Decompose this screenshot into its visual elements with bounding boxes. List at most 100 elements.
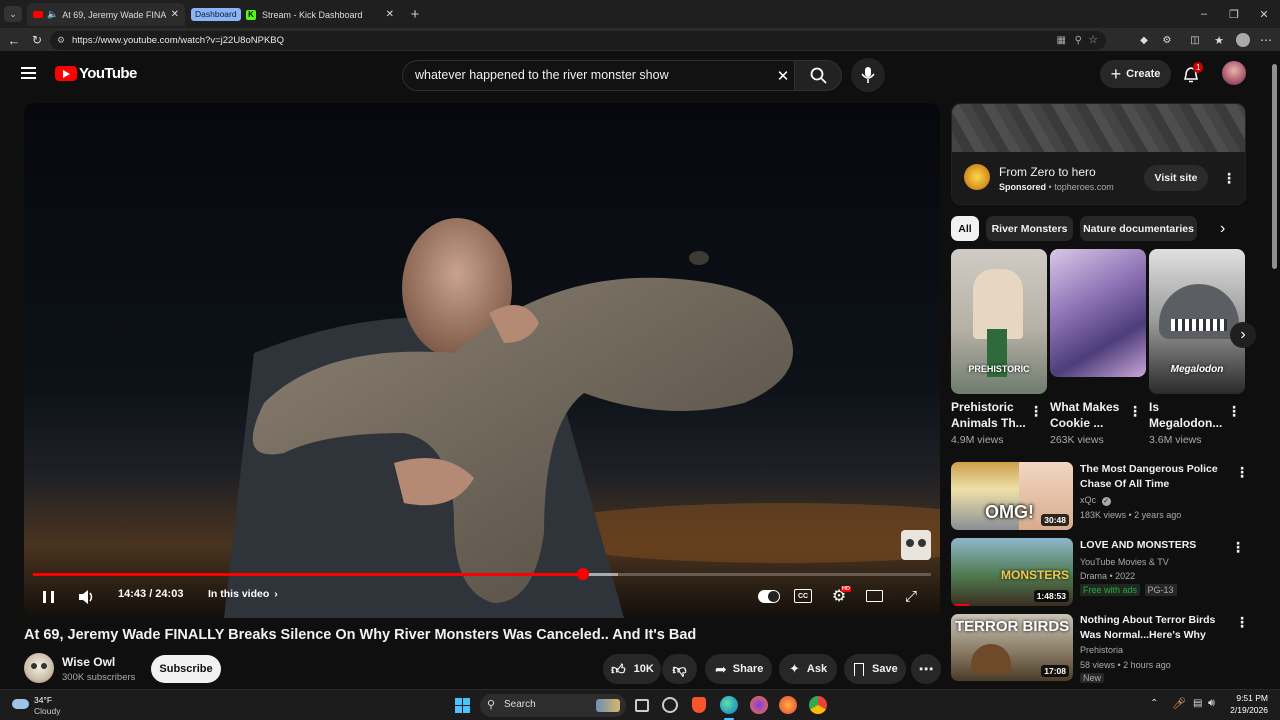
video-more-icon[interactable]: ⋮ — [1235, 615, 1249, 629]
app-available-icon[interactable]: ▦ — [1057, 31, 1066, 50]
theater-mode-button[interactable] — [866, 590, 883, 602]
browser-menu-icon[interactable]: ⋯ — [1259, 32, 1273, 48]
tray-overflow-icon[interactable]: ⌃ — [1150, 698, 1158, 709]
channel-avatar[interactable] — [24, 653, 54, 683]
video-more-icon[interactable]: ⋮ — [1231, 540, 1245, 554]
brave-browser-icon[interactable] — [692, 697, 706, 713]
edge-browser-icon[interactable] — [720, 696, 738, 714]
profile-avatar[interactable] — [1236, 33, 1250, 47]
search-button[interactable] — [794, 60, 842, 91]
chip-river-monsters[interactable]: River Monsters — [986, 216, 1073, 241]
chips-next-icon[interactable]: › — [1220, 220, 1225, 238]
mute-button[interactable] — [76, 587, 98, 607]
share-button[interactable]: ➦ Share — [705, 654, 772, 684]
ask-button[interactable]: ✦ Ask — [779, 654, 837, 684]
progress-bar[interactable] — [33, 568, 931, 580]
minimize-icon[interactable]: – — [1190, 4, 1218, 24]
favorites-icon[interactable]: ★ — [1212, 32, 1226, 48]
video-channel[interactable]: xQc ✓ — [1080, 495, 1111, 506]
speaker-icon[interactable]: 🔈 — [47, 9, 58, 20]
clear-search-icon[interactable]: ✕ — [774, 68, 792, 85]
short-more-icon[interactable]: ⋮ — [1128, 404, 1142, 418]
visit-site-button[interactable]: Visit site — [1144, 165, 1208, 191]
taskbar-search[interactable]: ⚲ Search — [480, 694, 626, 717]
zoom-icon[interactable]: ⚲ — [1075, 31, 1082, 50]
extension-diamond-icon[interactable]: ◆ — [1137, 32, 1151, 48]
close-tab-icon[interactable]: ✕ — [171, 9, 179, 20]
short-more-icon[interactable]: ⋮ — [1227, 404, 1241, 418]
like-button[interactable]: 👍︎ 10K — [603, 654, 661, 684]
short-thumbnail[interactable]: PREHISTORIC — [951, 249, 1047, 394]
video-channel[interactable]: YouTube Movies & TV — [1080, 557, 1169, 567]
new-tab-button[interactable]: + — [406, 5, 424, 23]
dislike-button[interactable]: 👎︎ — [662, 654, 697, 684]
captions-button[interactable]: CC — [794, 589, 812, 603]
progress-scrubber[interactable] — [576, 568, 589, 580]
ad-card[interactable]: From Zero to hero Sponsored • topheroes.… — [951, 103, 1246, 205]
pause-button[interactable] — [38, 587, 58, 607]
channel-name[interactable]: Wise Owl — [62, 655, 115, 669]
tab-group-label[interactable]: Dashboard — [191, 8, 241, 21]
hamburger-menu-icon[interactable] — [21, 67, 36, 79]
extensions-puzzle-icon[interactable]: ⚙ — [1160, 32, 1174, 48]
chapters-button[interactable]: In this video › — [208, 588, 278, 600]
network-icon[interactable]: ▤ — [1193, 698, 1202, 709]
shorts-next-button[interactable]: › — [1230, 322, 1256, 348]
video-thumbnail[interactable]: TERROR BIRDS 17:08 — [951, 614, 1073, 681]
voice-search-button[interactable] — [851, 58, 885, 92]
split-screen-icon[interactable]: ◫ — [1188, 32, 1202, 48]
video-thumbnail[interactable]: MONSTERS 1:48:53 — [951, 538, 1073, 606]
clock-date[interactable]: 2/19/2026 — [1222, 705, 1268, 715]
close-tab-icon[interactable]: ✕ — [386, 9, 394, 20]
microphone-tray-icon[interactable]: 🎤︎ — [1172, 697, 1186, 710]
tab-list-chevron-icon[interactable]: ⌄ — [4, 6, 22, 22]
youtube-logo[interactable]: YouTube — [55, 65, 137, 82]
short-title[interactable]: Is Megalodon... — [1149, 399, 1229, 431]
short-thumbnail[interactable]: Megalodon — [1149, 249, 1245, 394]
clock-time[interactable]: 9:51 PM — [1230, 693, 1268, 703]
weather-widget[interactable]: 34°F Cloudy — [12, 694, 72, 718]
short-thumbnail[interactable] — [1050, 249, 1146, 377]
chrome-icon[interactable] — [809, 696, 827, 714]
reload-icon[interactable]: ↻ — [29, 32, 45, 48]
app-icon-circle[interactable] — [662, 697, 678, 713]
save-button[interactable]: Save — [844, 654, 906, 684]
short-more-icon[interactable]: ⋮ — [1029, 404, 1043, 418]
video-title-link[interactable]: The Most Dangerous Police Chase Of All T… — [1080, 462, 1230, 491]
start-button[interactable] — [455, 698, 470, 713]
favorite-star-icon[interactable]: ☆ — [1088, 31, 1098, 50]
autoplay-toggle[interactable] — [758, 590, 780, 603]
chip-all[interactable]: All — [951, 216, 979, 241]
short-title[interactable]: What Makes Cookie ... — [1050, 399, 1130, 431]
short-title[interactable]: Prehistoric Animals Th... — [951, 399, 1031, 431]
search-input[interactable]: whatever happened to the river monster s… — [402, 60, 794, 91]
close-window-icon[interactable]: ✕ — [1250, 4, 1278, 24]
site-info-icon[interactable]: ⚙ — [57, 31, 65, 50]
tab-youtube[interactable]: 🔈 At 69, Jeremy Wade FINALLY Breaks ✕ — [27, 3, 185, 26]
back-icon[interactable]: ← — [6, 32, 22, 48]
video-channel[interactable]: Prehistoria — [1080, 645, 1123, 655]
restore-icon[interactable]: ❐ — [1220, 4, 1248, 24]
task-view-icon[interactable] — [635, 699, 649, 712]
settings-button[interactable]: ⚙ HD — [830, 586, 851, 605]
chip-nature-documentaries[interactable]: Nature documentaries — [1080, 216, 1197, 241]
video-title-link[interactable]: Nothing About Terror Birds Was Normal...… — [1080, 613, 1230, 642]
more-actions-button[interactable]: ⋯ — [911, 654, 941, 684]
subscribe-button[interactable]: Subscribe — [151, 655, 221, 683]
account-avatar[interactable] — [1222, 61, 1246, 85]
video-more-icon[interactable]: ⋮ — [1235, 465, 1249, 479]
video-title-link[interactable]: LOVE AND MONSTERS — [1080, 538, 1230, 553]
volume-tray-icon[interactable]: 🔊︎ — [1208, 697, 1215, 710]
notifications-button[interactable]: 1 — [1180, 62, 1204, 86]
page-scrollbar[interactable] — [1269, 52, 1280, 689]
video-player[interactable]: 14:43 / 24:03 In this video › CC ⚙ HD ⤢ — [24, 103, 940, 618]
address-bar[interactable]: ⚙ https://www.youtube.com/watch?v=j22U8o… — [50, 31, 1106, 50]
tab-kick[interactable]: K Stream - Kick Dashboard ✕ — [240, 3, 400, 26]
create-button[interactable]: + Create — [1100, 60, 1171, 88]
video-thumbnail[interactable]: OMG! 30:48 — [951, 462, 1073, 530]
firefox-icon[interactable] — [750, 696, 768, 714]
firefox-dev-icon[interactable] — [779, 696, 797, 714]
ad-more-icon[interactable]: ⋮ — [1222, 171, 1236, 185]
scrollbar-thumb[interactable] — [1272, 64, 1277, 269]
fullscreen-button[interactable]: ⤢ — [902, 587, 920, 605]
